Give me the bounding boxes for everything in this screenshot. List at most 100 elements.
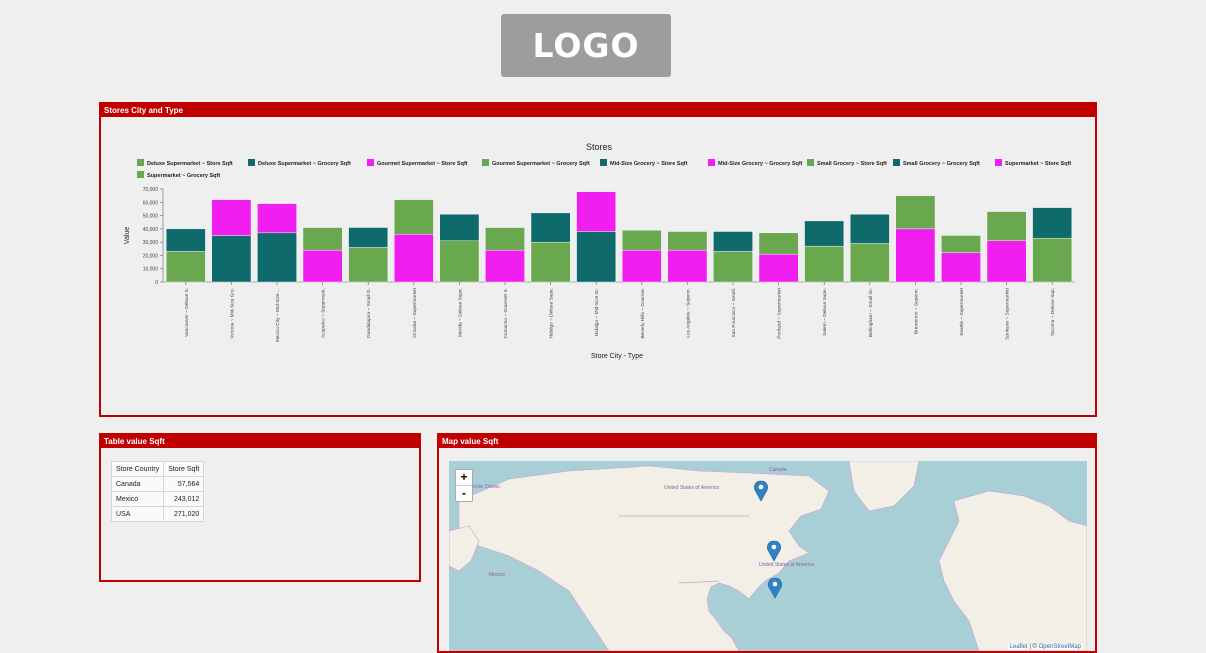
legend-label: Deluxe Supermarket ~ Grocery Sqft: [258, 161, 351, 167]
bar-segment: [257, 203, 297, 234]
bar-segment: [439, 240, 480, 283]
stores-chart: Stores Deluxe Supermarket ~ Store Sqft Del…: [124, 142, 1075, 360]
bar-segment: [895, 228, 936, 283]
bar-segment: [302, 227, 343, 251]
x-tick-label: Seattle ~ Supermarket: [959, 287, 965, 336]
logo: LOGO: [501, 14, 671, 77]
bar-segment: [165, 251, 206, 283]
legend-swatch: [600, 159, 607, 166]
legend-label: Supermarket ~ Store Sqft: [1005, 161, 1071, 167]
table-row: Mexico 243,012: [110, 491, 205, 507]
column-header[interactable]: Store Country: [110, 461, 165, 477]
panel-title: Table value Sqft: [101, 435, 419, 448]
legend-swatch: [708, 159, 715, 166]
bar-segment: [986, 240, 1027, 283]
x-tick-label: Camacho ~ Gourmet S.: [503, 288, 509, 339]
bar-segment: [1032, 237, 1073, 283]
landmass-greenland: [848, 461, 920, 512]
x-tick-label: Guadalajara ~ Small G.: [366, 288, 372, 338]
x-tick-label: Hidalgo ~ Deluxe Supe.: [549, 288, 555, 339]
column-header[interactable]: Store Sqft: [163, 461, 205, 477]
x-tick-label: Tacoma ~ Deluxe Sup.: [1050, 288, 1056, 336]
zoom-in-button[interactable]: +: [456, 470, 472, 486]
bar-segment: [713, 231, 753, 252]
x-tick-label: Mexico City ~ Mid-Size ...: [275, 288, 281, 342]
zoom-out-button[interactable]: -: [456, 486, 472, 501]
bar-segment: [758, 232, 799, 255]
legend-swatch: [482, 159, 489, 166]
map-panel: Map value Sqft Arctic Ocean United State…: [437, 433, 1097, 653]
y-tick-label: 60,000: [143, 200, 159, 206]
x-tick-label: Portland ~ Supermarket: [777, 287, 783, 338]
legend-swatch: [893, 159, 900, 166]
map-canvas[interactable]: Arctic Ocean United States of America Un…: [449, 461, 1087, 651]
legend-swatch: [807, 159, 814, 166]
legend-swatch: [248, 159, 255, 166]
bar-segment: [941, 235, 981, 253]
country-cell: Mexico: [110, 491, 165, 507]
map-tiles: Arctic Ocean United States of America Un…: [449, 461, 1087, 651]
sqft-cell: 243,012: [163, 491, 205, 507]
y-tick-label: 70,000: [143, 187, 159, 193]
x-tick-label: Los Angeles ~ Superm.: [685, 288, 691, 338]
x-tick-label: Beverly Hills ~ Gourme.: [640, 288, 646, 339]
bar-segment: [804, 220, 845, 247]
x-tick-label: Spokane ~ Supermarket: [1005, 287, 1011, 340]
bar-segment: [576, 231, 617, 283]
bar-segment: [758, 253, 799, 283]
chart-title: Stores: [586, 142, 613, 152]
panel-title: Map value Sqft: [439, 435, 1095, 448]
legend-label: Gourmet Supermarket ~ Grocery Sqft: [492, 161, 590, 167]
bar-segment: [667, 249, 708, 283]
y-tick-label: 10,000: [143, 267, 159, 273]
map-label: United States of America: [759, 562, 814, 568]
bar-segment: [211, 235, 252, 283]
bar-segment: [804, 245, 845, 283]
legend-label: Gourmet Supermarket ~ Store Sqft: [377, 161, 468, 167]
bar-segment: [257, 232, 297, 283]
y-tick-label: 0: [155, 280, 158, 286]
bar-segment: [393, 199, 434, 235]
legend-swatch: [995, 159, 1002, 166]
x-tick-label: Bellingham ~ Small Gr.: [868, 288, 874, 337]
table-header-row: Store Country Store Sqft: [110, 461, 205, 477]
x-tick-label: Acapulco ~ Supermark.: [321, 288, 327, 338]
map-label: Arctic Ocean: [471, 484, 500, 490]
bar-segment: [1032, 207, 1073, 239]
sqft-cell: 57,564: [163, 476, 205, 492]
bar-segment: [439, 214, 480, 242]
landmass-europe-africa: [938, 490, 1087, 651]
bar-segment: [621, 249, 662, 283]
sqft-table: Store Country Store Sqft Canada 57,564 M…: [110, 461, 205, 522]
legend-label: Deluxe Supermarket ~ Store Sqft: [147, 161, 233, 167]
bar-segment: [165, 228, 206, 252]
bar-segment: [621, 229, 662, 251]
x-tick-label: Salem ~ Deluxe Supe.: [822, 288, 828, 336]
x-tick-label: Orizaba ~ Supermarket: [412, 287, 418, 337]
bar-segment: [667, 231, 708, 251]
legend-label: Small Grocery ~ Grocery Sqft: [903, 161, 980, 167]
y-tick-label: 50,000: [143, 214, 159, 220]
panel-title: Stores City and Type: [101, 104, 1095, 117]
x-tick-label: Hidalgo ~ Mid-Size Gr.: [594, 288, 600, 336]
bar-segment: [485, 249, 525, 283]
map-marker-mexico[interactable]: [768, 577, 782, 599]
bar-segment: [713, 251, 753, 283]
x-tick-label: Vancouver ~ Deluxe S.: [184, 288, 190, 337]
bar-segment: [895, 195, 936, 230]
legend-swatch: [137, 171, 144, 178]
x-tick-label: Victoria ~ Mid-Size Gro.: [229, 288, 235, 339]
legend-label: Mid-Size Grocery ~ Grocery Sqft: [718, 161, 803, 167]
bar-segment: [393, 233, 434, 283]
map-label: United States of America: [664, 485, 719, 491]
legend-swatch: [137, 159, 144, 166]
y-tick-label: 20,000: [143, 253, 159, 259]
bar-segment: [576, 191, 617, 232]
bar-segment: [849, 214, 890, 244]
legend-label: Mid-Size Grocery ~ Store Sqft: [610, 161, 688, 167]
x-tick-label: San Francisco ~ Small.: [731, 288, 737, 337]
map-label: Canada: [769, 467, 787, 473]
table-panel: Table value Sqft Store Country Store Sqf…: [99, 433, 421, 582]
table-row: USA 271,020: [110, 506, 205, 522]
y-tick-label: 40,000: [143, 227, 159, 233]
